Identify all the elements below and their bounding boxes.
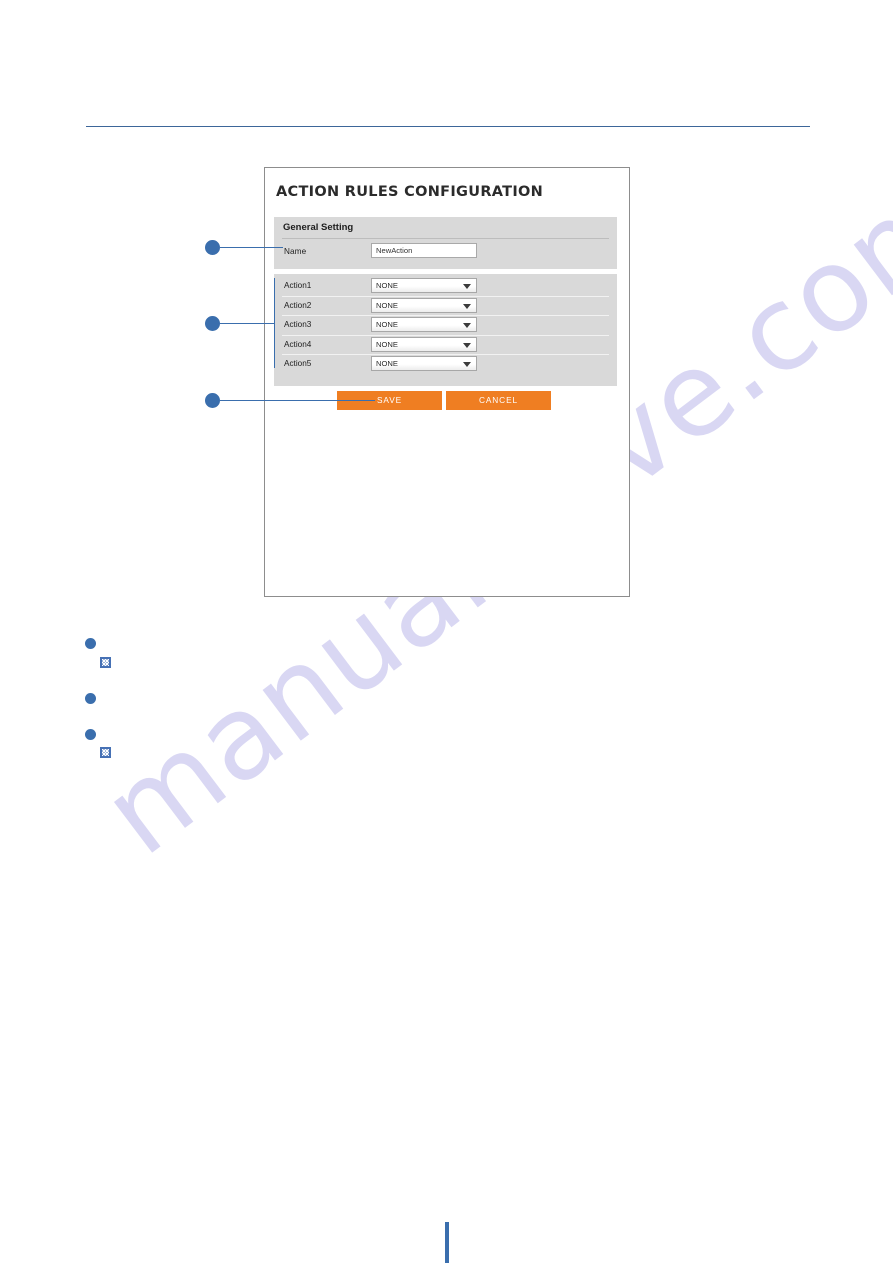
callout-leader-3 [220,400,375,402]
general-setting-heading: General Setting [283,222,354,233]
callout-marker-2 [205,316,220,331]
callout-leader-1 [220,247,283,249]
action2-selected-value: NONE [376,300,398,310]
body-bullet-marker [85,638,96,649]
section-heading-rule [282,238,609,239]
action3-select[interactable]: NONE [371,317,477,332]
cancel-button[interactable]: CANCEL [446,391,551,410]
header-divider-rule [86,126,810,127]
broken-image-glyph-icon [100,747,111,758]
action-row: Action1 NONE [274,276,617,296]
row-separator [282,315,609,316]
action2-label: Action2 [284,300,312,310]
page-title: ACTION RULES CONFIGURATION [276,184,544,200]
callout-bracket-2 [274,278,276,368]
action1-label: Action1 [284,281,312,290]
action5-label: Action5 [284,359,312,368]
name-input[interactable] [371,243,477,258]
action-list-section: Action1 NONE Action2 NONE Action3 NONE A… [274,274,617,386]
action-row: Action4 NONE [274,334,617,355]
action1-selected-value: NONE [376,281,398,290]
callout-marker-1 [205,240,220,255]
chevron-down-icon [463,303,471,309]
row-separator [282,295,609,297]
broken-image-glyph-icon [100,657,111,668]
action3-label: Action3 [284,320,312,329]
action4-selected-value: NONE [376,339,398,349]
action5-selected-value: NONE [376,359,398,368]
action4-label: Action4 [284,339,312,349]
action-row: Action3 NONE [274,315,617,335]
chevron-down-icon [463,342,471,348]
chevron-down-icon [463,284,471,289]
action-row: Action2 NONE [274,295,617,316]
callout-leader-2 [220,323,275,325]
action-row: Action5 NONE [274,354,617,374]
row-separator [282,354,609,355]
action1-select[interactable]: NONE [371,278,477,293]
chevron-down-icon [463,323,471,328]
action2-select[interactable]: NONE [371,297,477,313]
action-rules-configuration-panel: ACTION RULES CONFIGURATION General Setti… [264,167,630,597]
body-bullet-marker [85,693,96,704]
action3-selected-value: NONE [376,320,398,329]
body-bullet-marker [85,729,96,740]
row-separator [282,334,609,336]
name-label: Name [284,247,307,256]
name-row: Name [274,243,617,263]
action5-select[interactable]: NONE [371,356,477,371]
callout-marker-3 [205,393,220,408]
general-setting-section: General Setting Name [274,217,617,269]
chevron-down-icon [463,362,471,367]
action4-select[interactable]: NONE [371,336,477,352]
footer-page-marker [445,1222,449,1263]
